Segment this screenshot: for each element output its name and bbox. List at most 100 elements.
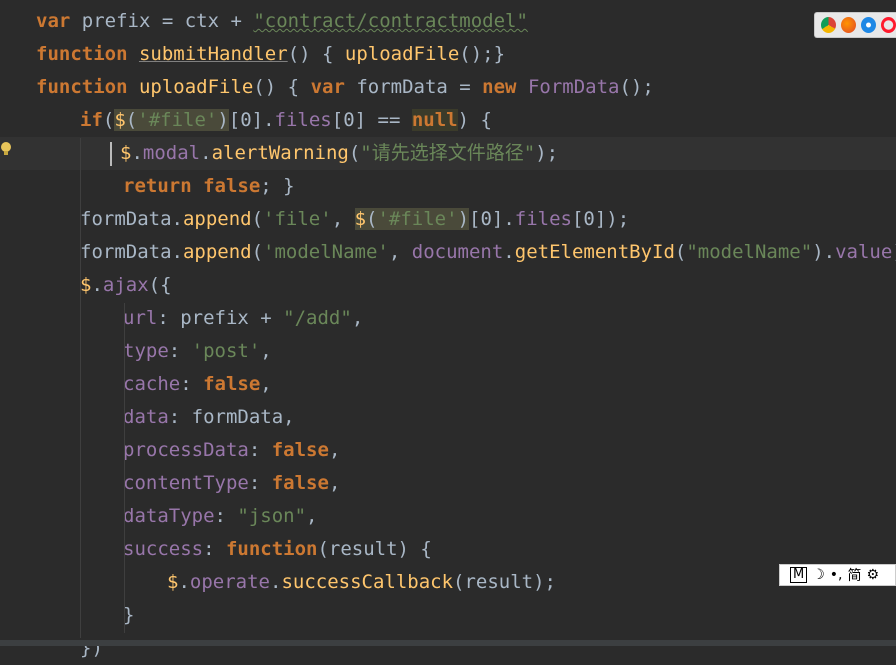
code-token: getElementById	[514, 241, 675, 263]
code-token: function	[225, 538, 318, 560]
code-token: cache	[123, 373, 181, 395]
code-token: 'modelName'	[263, 241, 389, 263]
code-token: "请先选择文件路径"	[360, 142, 536, 164]
code-token: [0].	[228, 109, 275, 131]
code-token: .	[503, 241, 515, 263]
ime-toolbar[interactable]: M ☽ •, 简 ⚙	[779, 564, 896, 586]
code-token: .	[131, 142, 143, 164]
code-token: if	[80, 109, 103, 131]
firefox-icon[interactable]	[841, 17, 856, 33]
code-token: )	[457, 208, 470, 230]
code-token: ,	[331, 208, 355, 230]
indent-guide	[80, 138, 81, 638]
code-line[interactable]: url: prefix + "/add",	[0, 302, 896, 335]
code-token: formData =	[344, 76, 483, 98]
code-token: .	[178, 571, 190, 593]
code-line[interactable]: formData.append('file', $('#file')[0].fi…	[0, 203, 896, 236]
code-token: ) {	[457, 109, 492, 131]
code-token: .	[91, 274, 103, 296]
code-line[interactable]: data: formData,	[0, 401, 896, 434]
code-token: FormData	[527, 76, 620, 98]
indent-guide	[124, 303, 125, 633]
code-line[interactable]: return false; }	[0, 170, 896, 203]
code-token: url	[123, 307, 158, 329]
code-token: :	[203, 538, 226, 560]
code-token: uploadFile	[344, 43, 460, 65]
moon-icon[interactable]: ☽	[812, 567, 825, 583]
code-token: ();}	[459, 43, 506, 65]
code-token: )	[217, 109, 229, 131]
code-token: "json"	[237, 505, 307, 527]
code-line[interactable]: $.operate.successCallback(result);	[0, 566, 896, 599]
code-token: var	[36, 10, 71, 32]
code-line[interactable]: })	[0, 632, 896, 665]
gear-icon[interactable]: ⚙	[867, 567, 880, 583]
code-token: ,	[260, 373, 272, 395]
code-token: dataType	[123, 505, 215, 527]
code-token: :	[248, 439, 272, 461]
code-token: prefix = ctx +	[70, 10, 254, 32]
code-token: type	[123, 340, 169, 362]
code-line[interactable]: contentType: false,	[0, 467, 896, 500]
code-token: formData.	[80, 208, 183, 230]
code-token: (	[251, 208, 264, 230]
code-token: ,	[260, 340, 272, 362]
code-token: ; }	[260, 175, 295, 197]
code-line[interactable]: formData.append('modelName', document.ge…	[0, 236, 896, 269]
browser-preview-bar	[814, 12, 896, 38]
code-editor[interactable]: var prefix = ctx + "contract/contractmod…	[0, 0, 896, 659]
code-token: ,	[306, 505, 318, 527]
code-token: : formData,	[168, 406, 295, 428]
code-token: "modelName"	[686, 241, 813, 263]
code-line[interactable]: }	[0, 599, 896, 632]
code-token: successCallback	[281, 571, 454, 593]
code-token: );	[892, 241, 896, 263]
code-line[interactable]: $.ajax({	[0, 269, 896, 302]
code-token: document	[411, 241, 504, 263]
code-line[interactable]: $.modal.alertWarning("请先选择文件路径");	[0, 137, 896, 170]
code-token: submitHandler	[138, 43, 288, 65]
code-token: alertWarning	[211, 142, 349, 164]
code-line[interactable]: type: 'post',	[0, 335, 896, 368]
code-token: ();	[619, 76, 654, 98]
opera-icon[interactable]	[881, 17, 896, 33]
code-token: files	[514, 208, 572, 230]
code-token: uploadFile	[138, 76, 254, 98]
punctuation-button[interactable]: •,	[830, 567, 843, 583]
code-token: (	[125, 109, 138, 131]
lightbulb-icon[interactable]	[0, 141, 12, 157]
code-token: append	[182, 241, 252, 263]
code-line[interactable]: cache: false,	[0, 368, 896, 401]
horizontal-scrollbar[interactable]	[0, 640, 896, 646]
code-token: [0].	[469, 208, 515, 230]
code-token: null	[411, 109, 458, 131]
code-token: operate	[189, 571, 270, 593]
code-line[interactable]: var prefix = ctx + "contract/contractmod…	[0, 5, 896, 38]
ime-mode-button[interactable]: M	[790, 567, 808, 583]
code-line[interactable]: if($('#file')[0].files[0] == null) {	[0, 104, 896, 137]
code-token: $	[80, 274, 92, 296]
language-button[interactable]: 简	[848, 565, 862, 585]
code-token: .	[269, 571, 282, 593]
code-token: false	[271, 472, 329, 494]
code-token: contentType	[123, 472, 249, 494]
safari-icon[interactable]	[861, 17, 876, 33]
code-token: .	[200, 142, 212, 164]
code-token: (	[366, 208, 378, 230]
code-line[interactable]: dataType: "json",	[0, 500, 896, 533]
code-line[interactable]: processData: false,	[0, 434, 896, 467]
code-line[interactable]: function submitHandler() { uploadFile();…	[0, 38, 896, 71]
code-line[interactable]: success: function(result) {	[0, 533, 896, 566]
code-token: $	[167, 571, 179, 593]
code-token: '#file'	[377, 208, 458, 230]
code-token: data	[123, 406, 169, 428]
code-token: "contract/contractmodel"	[253, 10, 528, 32]
code-token: $	[354, 208, 367, 230]
code-token: (result);	[453, 571, 556, 593]
code-line[interactable]: function uploadFile() { var formData = n…	[0, 71, 896, 104]
code-token: (	[348, 142, 361, 164]
code-token: new	[482, 76, 517, 98]
chrome-icon[interactable]	[821, 17, 836, 33]
